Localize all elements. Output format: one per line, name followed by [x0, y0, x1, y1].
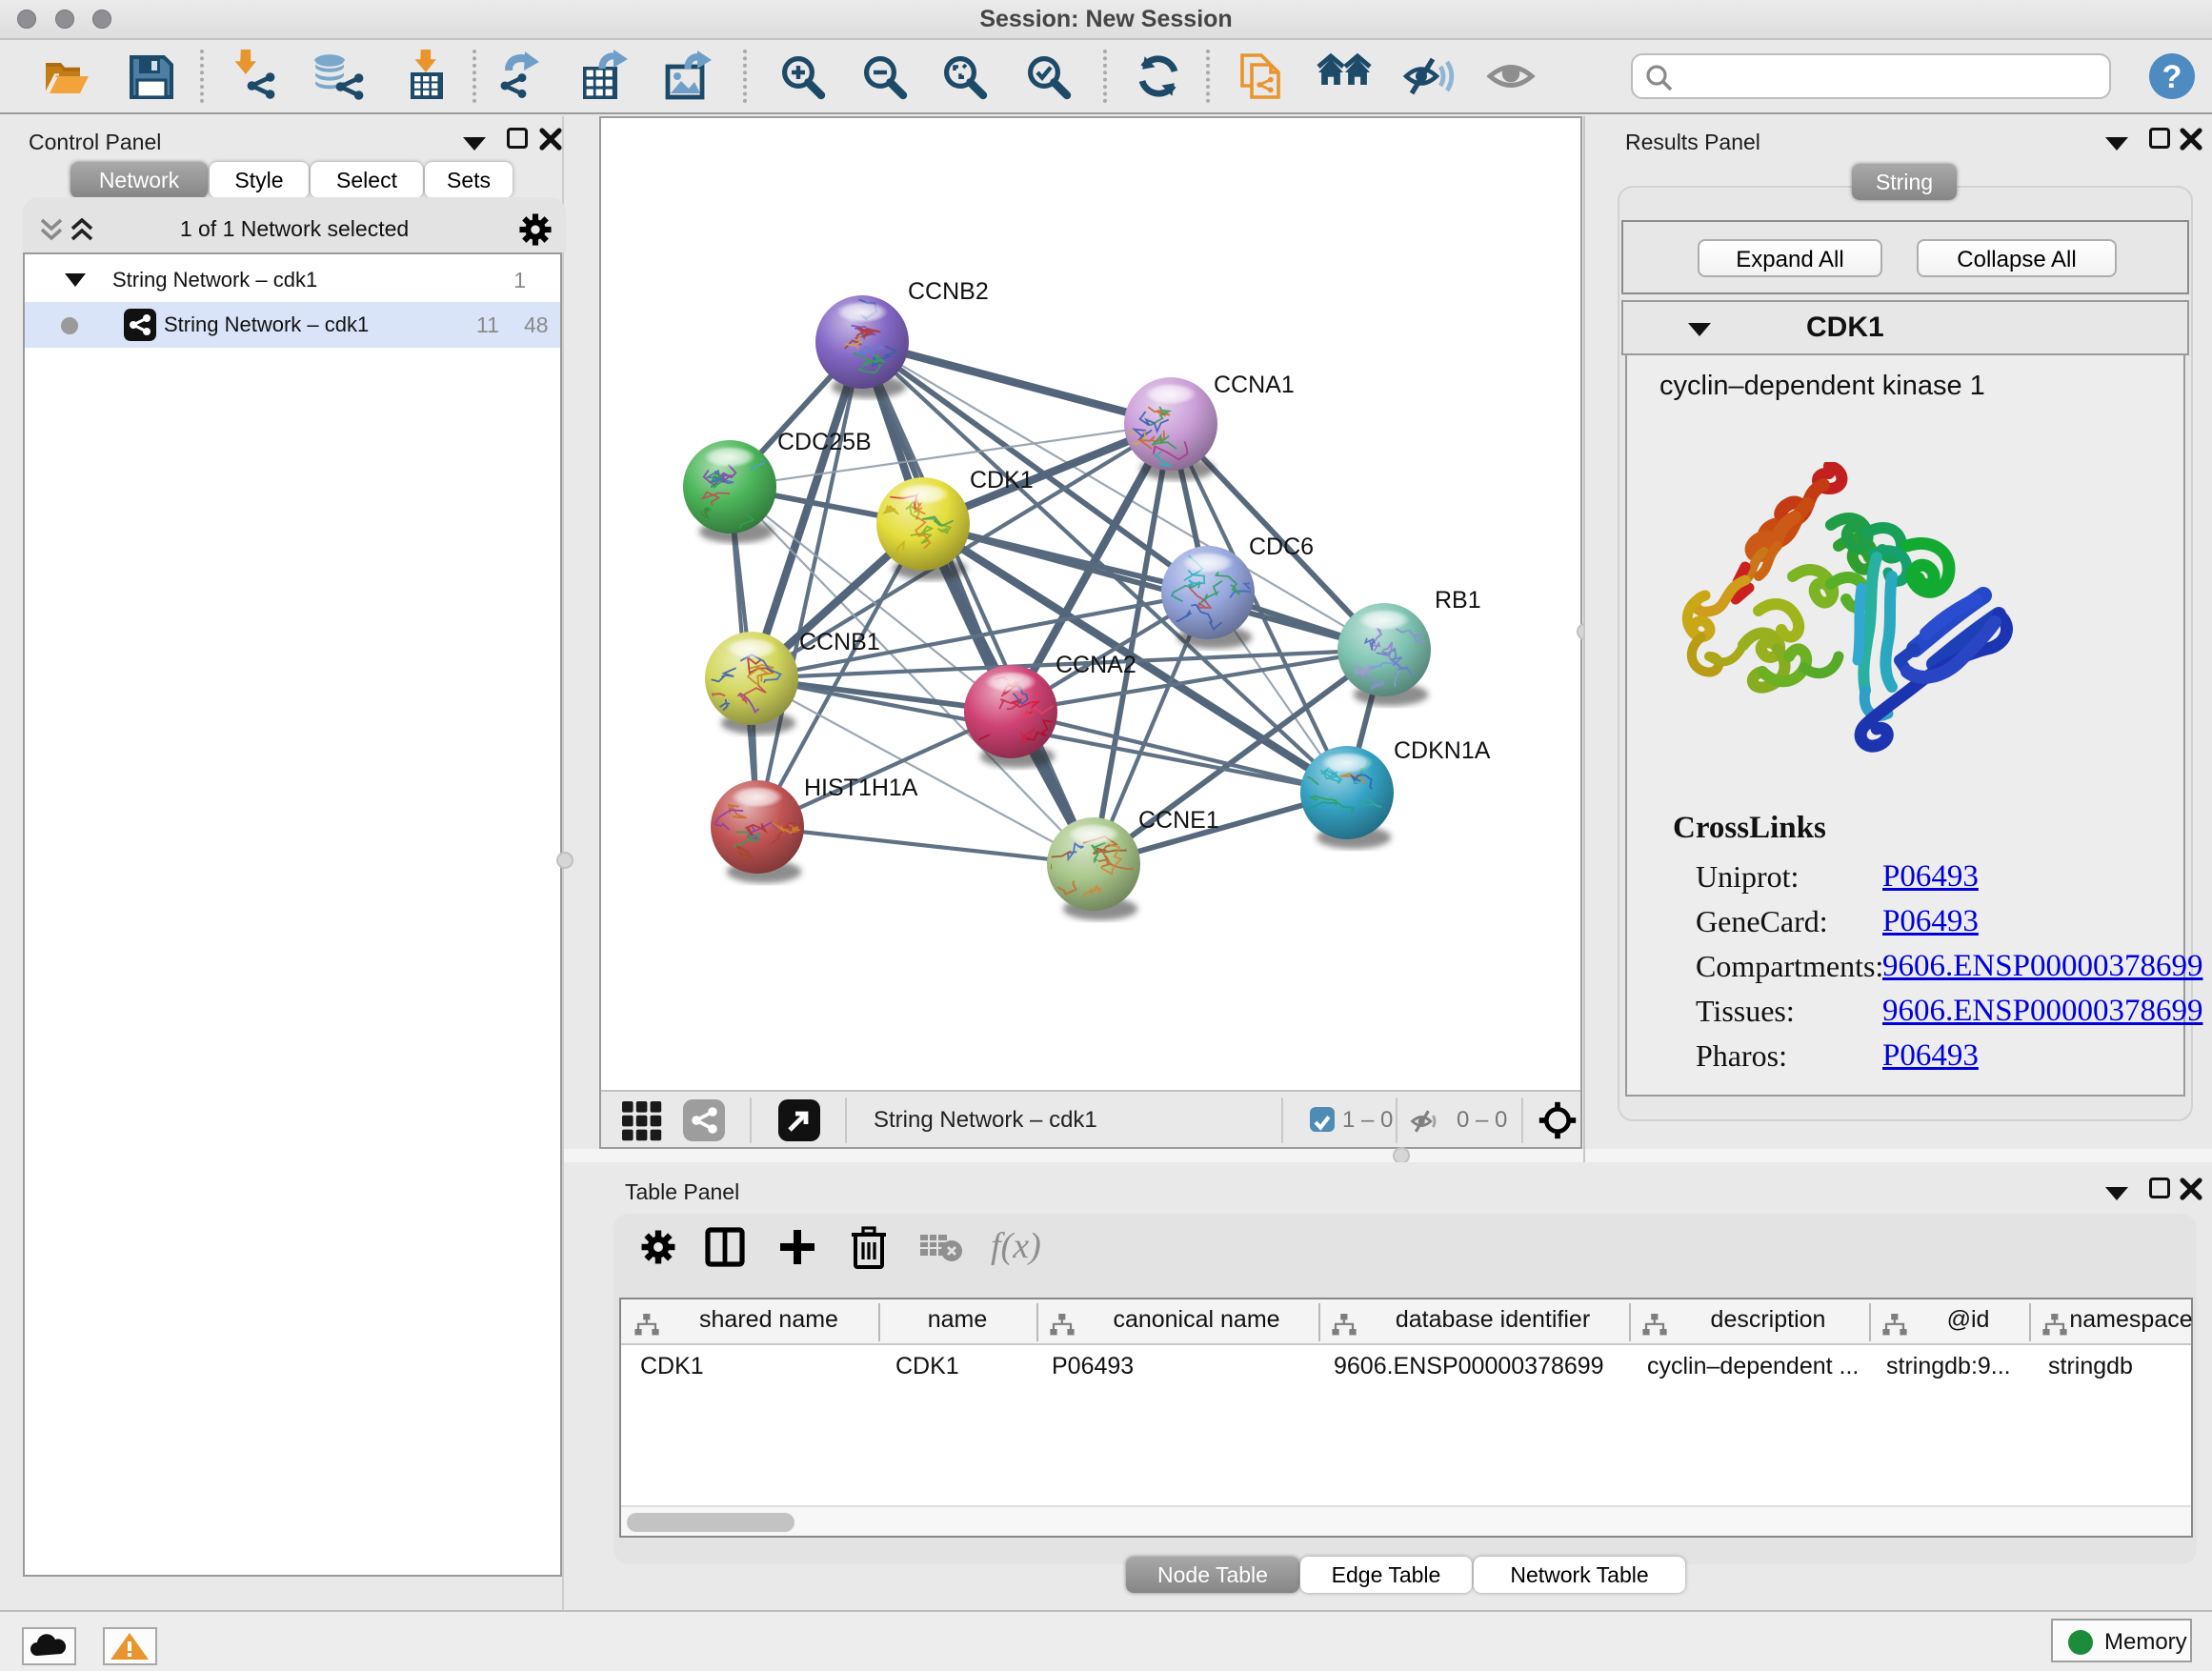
svg-text:CCNB1: CCNB1 — [799, 629, 880, 655]
svg-text:CDC25B: CDC25B — [777, 429, 872, 455]
svg-text:CDK1: CDK1 — [970, 467, 1034, 493]
svg-text:?: ? — [2162, 59, 2182, 95]
svg-text:RB1: RB1 — [1435, 587, 1481, 614]
svg-text:CCNA1: CCNA1 — [1214, 372, 1295, 398]
svg-text:CCNA2: CCNA2 — [1056, 652, 1136, 678]
svg-text:CCNE1: CCNE1 — [1138, 807, 1219, 834]
svg-text:HIST1H1A: HIST1H1A — [804, 775, 918, 801]
svg-text:CDC6: CDC6 — [1249, 534, 1314, 560]
svg-text:CCNB2: CCNB2 — [908, 278, 989, 305]
svg-text:CDKN1A: CDKN1A — [1394, 737, 1491, 764]
